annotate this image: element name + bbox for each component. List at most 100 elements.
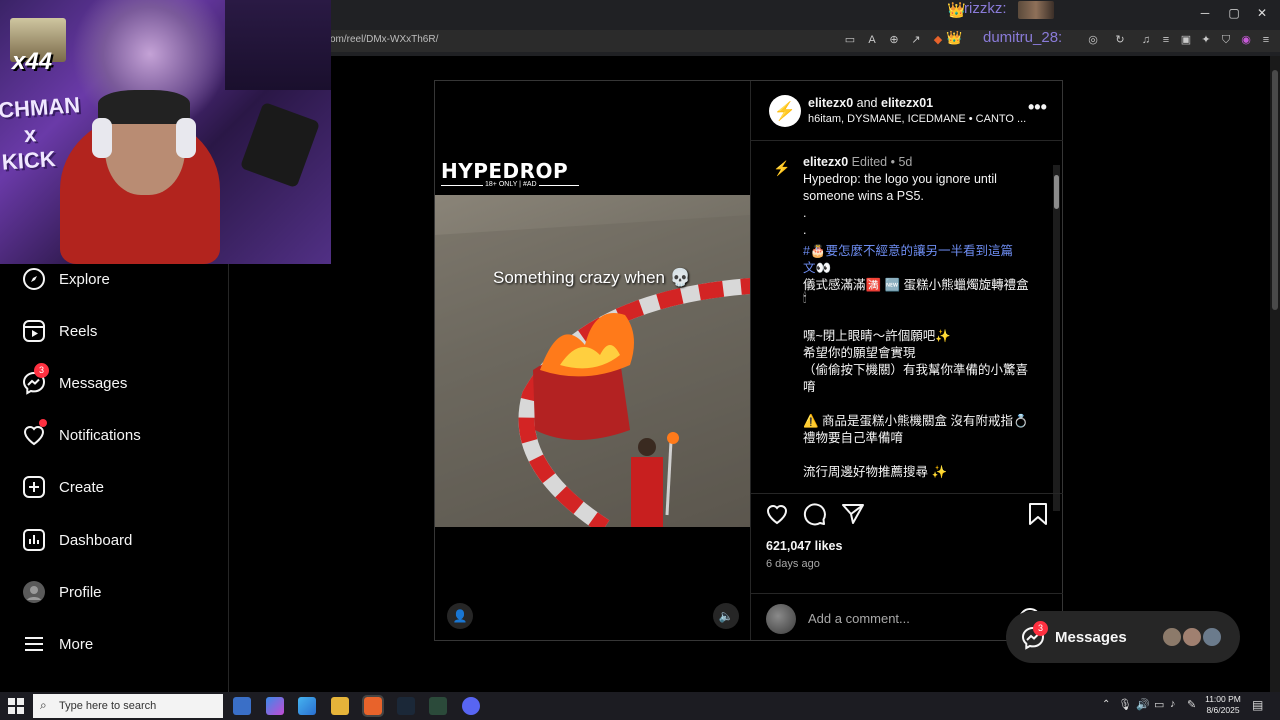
unread-badge: 3	[34, 363, 49, 378]
microphone-icon[interactable]: 🎙	[1118, 698, 1132, 711]
leo-icon[interactable]: ✦	[1198, 33, 1214, 47]
taskbar-search-placeholder: Type here to search	[59, 700, 157, 712]
caption-line: .	[803, 223, 807, 237]
sidebar-item-label: Notifications	[59, 427, 141, 444]
post-timestamp[interactable]: 6 days ago	[766, 558, 820, 570]
caption-author-avatar[interactable]: ⚡	[769, 155, 795, 181]
sidebar-item-explore[interactable]: Explore	[22, 264, 222, 294]
page-scrollbar-thumb[interactable]	[1272, 70, 1278, 310]
video-overlay-caption: Something crazy when 💀	[493, 268, 691, 287]
caption-line: 流行周邊好物推薦搜尋 ✨	[803, 465, 948, 479]
audio-toggle-icon[interactable]: 🔈	[713, 603, 739, 629]
brave-shield-icon[interactable]: ◆	[930, 33, 946, 47]
sidebar-item-profile[interactable]: Profile	[22, 577, 222, 607]
bookmark-icon[interactable]	[1027, 502, 1049, 526]
tab-strip	[330, 0, 1280, 28]
like-heart-icon[interactable]	[765, 502, 789, 526]
refresh-icon[interactable]: ↻	[1112, 33, 1128, 47]
pen-icon[interactable]: ✎	[1187, 698, 1196, 711]
vpn-icon[interactable]: ⛉	[1218, 33, 1234, 47]
caption-line: someone wins a PS5.	[803, 189, 924, 203]
volume-icon[interactable]: 🔊	[1136, 698, 1150, 711]
post-modal: HYPEDROP 18+ ONLY | #AD Something crazy …	[434, 80, 1063, 641]
task-view-icon[interactable]	[233, 697, 251, 715]
hashtag-link[interactable]: #🎂要怎麼不經意的讓另一半看到這篇	[803, 240, 1013, 259]
chat-crown-icon: 👑	[946, 30, 963, 45]
comment-icon[interactable]	[803, 502, 827, 526]
sidebar-item-notifications[interactable]: Notifications	[22, 419, 222, 450]
sidebar-item-dashboard[interactable]: Dashboard	[22, 525, 222, 555]
xbox-icon[interactable]	[429, 697, 447, 715]
wallet-icon[interactable]: ▣	[1178, 33, 1194, 47]
edited-label: Edited	[851, 155, 888, 169]
reels-icon	[23, 320, 45, 342]
sidebar-item-label: Profile	[59, 584, 102, 601]
reel-media[interactable]: HYPEDROP 18+ ONLY | #AD Something crazy …	[435, 81, 750, 640]
edge-icon[interactable]	[298, 697, 316, 715]
sidebar-item-label: Create	[59, 479, 105, 496]
zoom-icon[interactable]: ⊕	[886, 33, 902, 47]
windows-start-icon[interactable]	[8, 698, 24, 714]
sidebar-item-label: Reels	[59, 323, 98, 340]
sidebar-item-messages[interactable]: 3 Messages	[22, 363, 222, 398]
minimize-icon[interactable]: ─	[1197, 6, 1213, 20]
extension-icon[interactable]: ◎	[1085, 33, 1101, 47]
brand-logo-text: HYPEDROP	[441, 159, 569, 183]
author-link[interactable]: elitezx01	[881, 96, 933, 110]
rewards-icon[interactable]: ◉	[1238, 33, 1254, 47]
caption-author[interactable]: elitezx0	[803, 155, 848, 169]
search-icon: ⌕	[40, 698, 47, 712]
music-icon[interactable]: ♫	[1138, 33, 1154, 47]
caption-line: （偷偷按下機關）有我幫你準備的小驚喜	[803, 363, 1029, 377]
more-options-icon[interactable]: •••	[1028, 97, 1047, 118]
menu-icon[interactable]: ≡	[1258, 33, 1274, 47]
share-icon[interactable]: ↗	[908, 33, 924, 47]
close-icon[interactable]: ✕	[1254, 6, 1270, 20]
streamer-beanie	[98, 90, 190, 124]
taskbar-clock[interactable]: 11:00 PM 8/6/2025	[1201, 694, 1245, 716]
post-authors: elitezx0 and elitezx01	[808, 96, 933, 110]
network-icon[interactable]: ▭	[1154, 698, 1164, 711]
speaker-icon[interactable]: ♪	[1170, 698, 1176, 710]
chat-username: rizzkz:	[964, 0, 1007, 17]
reader-icon[interactable]: ≡	[1158, 33, 1174, 47]
avatar	[1201, 626, 1223, 648]
maximize-icon[interactable]: ▢	[1226, 6, 1242, 20]
avatar	[1181, 626, 1203, 648]
video-frame[interactable]: Something crazy when 💀	[435, 195, 750, 527]
webcam-overlay: CHMAN x KICK x44	[0, 0, 331, 264]
avatar-icon	[23, 581, 45, 603]
sidebar-item-more[interactable]: More	[22, 629, 222, 659]
file-explorer-icon[interactable]	[331, 697, 349, 715]
compass-icon	[23, 268, 45, 290]
page-scrollbar[interactable]	[1270, 56, 1280, 692]
tagged-user-icon[interactable]: 👤	[447, 603, 473, 629]
caption-meta: elitezx0 Edited • 5d	[803, 155, 912, 169]
steam-icon[interactable]	[397, 697, 415, 715]
audio-attribution[interactable]: h6itam, DYSMANE, ICEDMANE • CANTO ...	[808, 113, 1026, 125]
comment-input[interactable]: Add a comment...	[808, 611, 910, 626]
brand-sub-text: 18+ ONLY | #AD	[483, 181, 539, 188]
messages-pill[interactable]: 3 Messages	[1006, 611, 1240, 663]
likes-count[interactable]: 621,047 likes	[766, 539, 842, 553]
discord-icon[interactable]	[462, 697, 480, 715]
translate-icon[interactable]: A	[864, 33, 880, 47]
brave-browser-icon[interactable]	[362, 695, 384, 717]
share-send-icon[interactable]	[841, 502, 865, 526]
caption-scrollbar[interactable]	[1053, 165, 1060, 511]
taskbar-search[interactable]: ⌕ Type here to search	[33, 694, 223, 718]
caption-area: ⚡ elitezx0 Edited • 5d Hypedrop: the log…	[751, 141, 1051, 493]
sidebar-item-reels[interactable]: Reels	[22, 316, 222, 346]
author-avatar[interactable]: ⚡	[769, 95, 801, 127]
caption-line: 🕯	[803, 291, 807, 305]
own-avatar	[766, 604, 796, 634]
sidebar-item-create[interactable]: Create	[22, 472, 222, 502]
screen-icon[interactable]: ▭	[842, 33, 858, 47]
scrollbar-thumb[interactable]	[1054, 175, 1059, 209]
chevron-up-icon[interactable]: ⌃	[1102, 699, 1110, 710]
author-link[interactable]: elitezx0	[808, 96, 853, 110]
notification-center-icon[interactable]: ▤	[1252, 698, 1263, 712]
copilot-icon[interactable]	[266, 697, 284, 715]
url-text[interactable]: om/reel/DMx-WXxTh6R/	[330, 34, 438, 45]
post-details-panel: ⚡ elitezx0 and elitezx01 h6itam, DYSMANE…	[750, 81, 1063, 640]
